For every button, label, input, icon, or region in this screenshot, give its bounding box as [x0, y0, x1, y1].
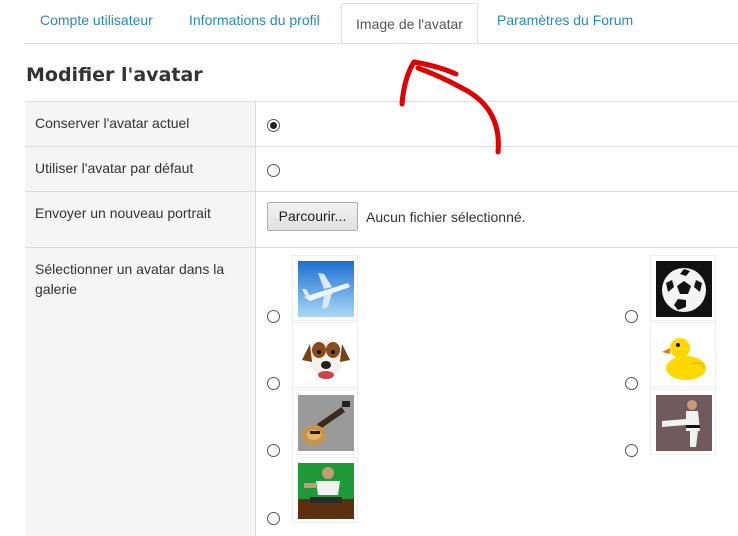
soccer-ball-avatar-icon[interactable] — [650, 255, 716, 321]
gymnast-avatar-icon[interactable] — [292, 457, 358, 523]
gallery-radio-karate[interactable] — [625, 444, 638, 457]
keep-current-radio[interactable] — [267, 119, 280, 132]
file-status-text: Aucun fichier sélectionné. — [366, 209, 526, 225]
bass-guitar-avatar-icon[interactable] — [292, 389, 358, 455]
keep-current-label: Conserver l'avatar actuel — [35, 115, 190, 131]
browse-button[interactable]: Parcourir... — [267, 202, 358, 231]
use-default-radio[interactable] — [267, 164, 280, 177]
upload-label: Envoyer un nouveau portrait — [35, 205, 211, 221]
tab-bar-divider — [24, 43, 738, 44]
rubber-duck-avatar-icon[interactable] — [650, 322, 716, 388]
tab-image-avatar[interactable]: Image de l'avatar — [341, 3, 478, 43]
gallery-radio-soccer-ball[interactable] — [625, 310, 638, 323]
use-default-label: Utiliser l'avatar par défaut — [35, 160, 194, 176]
karate-avatar-icon[interactable] — [650, 389, 716, 455]
tab-image-avatar-label: Image de l'avatar — [356, 16, 463, 32]
gallery-radio-airplane[interactable] — [267, 310, 280, 323]
row-label-cell: Sélectionner un avatar dans la galerie — [25, 248, 256, 536]
gallery-radio-gymnast[interactable] — [267, 512, 280, 525]
tab-compte-utilisateur[interactable]: Compte utilisateur — [40, 12, 153, 28]
tab-bar: Compte utilisateur Informations du profi… — [0, 0, 738, 44]
row-label-cell: Utiliser l'avatar par défaut — [25, 147, 256, 191]
gallery-radio-guitar[interactable] — [267, 444, 280, 457]
gallery-label: Sélectionner un avatar dans la galerie — [35, 261, 225, 297]
gallery-radio-dog[interactable] — [267, 377, 280, 390]
dog-avatar-icon[interactable] — [292, 322, 358, 388]
row-use-default: Utiliser l'avatar par défaut — [25, 146, 738, 191]
row-label-cell: Conserver l'avatar actuel — [25, 102, 256, 146]
row-label-cell: Envoyer un nouveau portrait — [25, 192, 256, 247]
page-title: Modifier l'avatar — [26, 64, 203, 86]
gallery-radio-duck[interactable] — [625, 377, 638, 390]
tab-informations-profil[interactable]: Informations du profil — [189, 12, 320, 28]
row-gallery: Sélectionner un avatar dans la galerie — [25, 247, 738, 536]
row-keep-current: Conserver l'avatar actuel — [25, 101, 738, 146]
tab-parametres-forum[interactable]: Paramètres du Forum — [497, 12, 633, 28]
airplane-avatar-icon[interactable] — [292, 255, 358, 321]
